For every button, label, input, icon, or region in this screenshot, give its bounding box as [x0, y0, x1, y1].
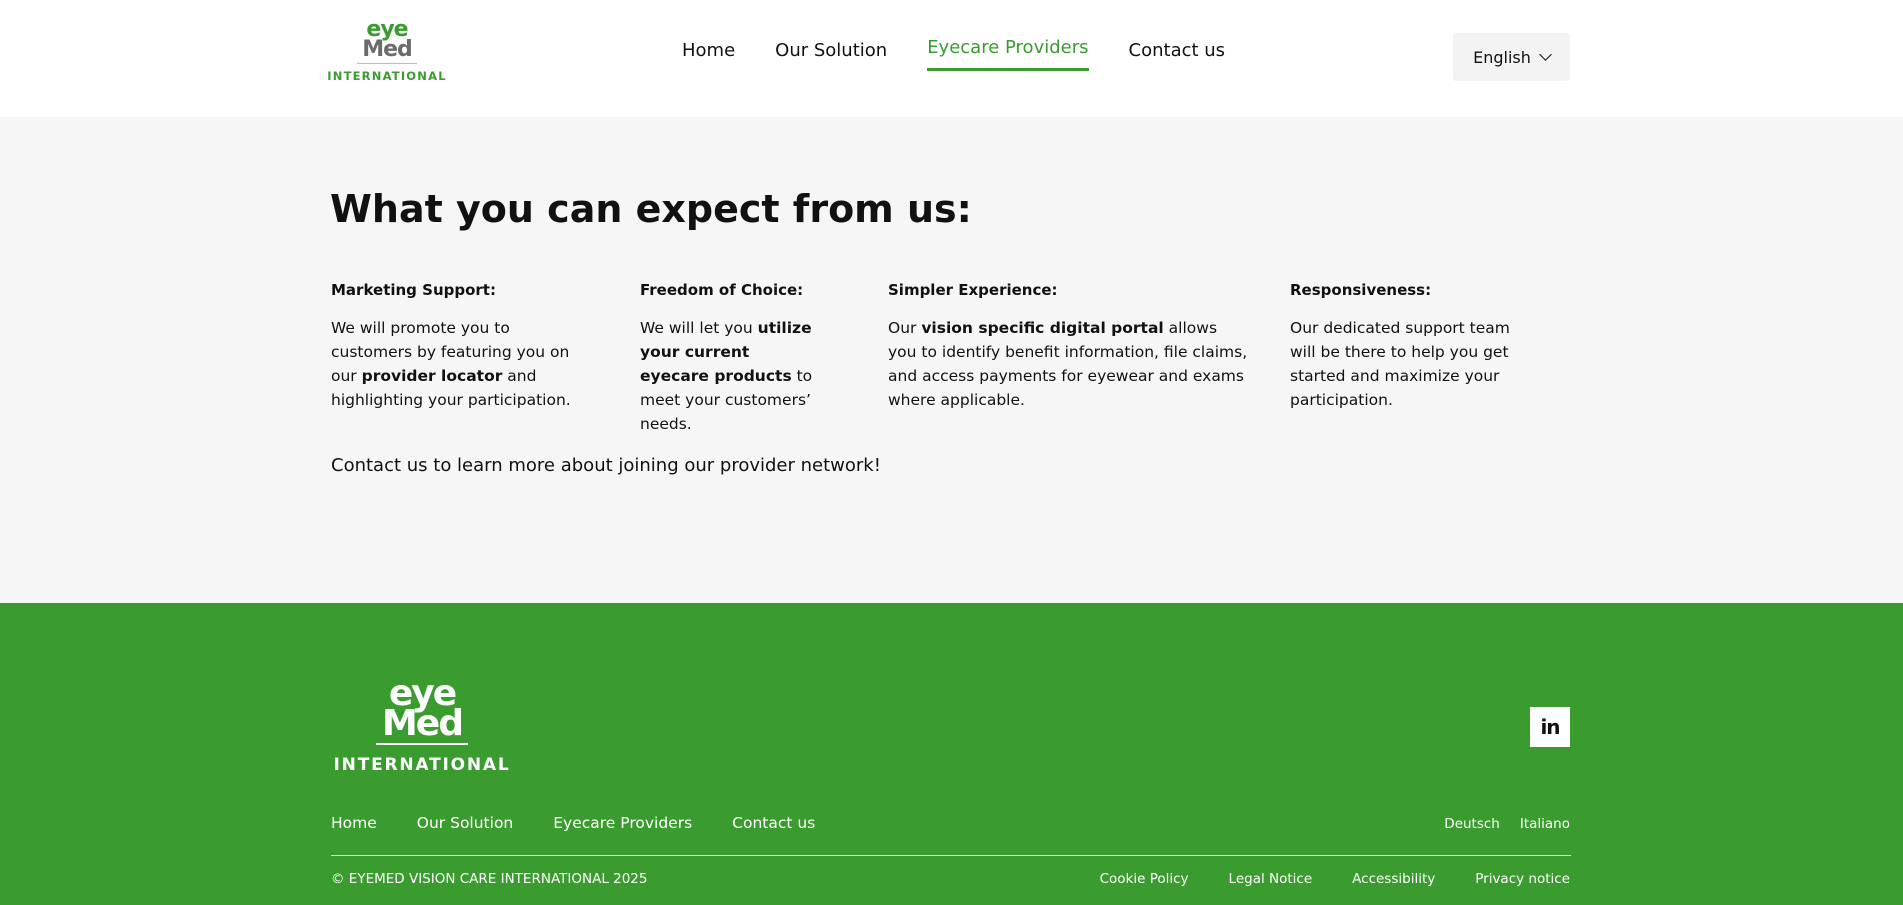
feature-heading: Freedom of Choice: [640, 281, 804, 299]
footer-nav-home[interactable]: Home [331, 814, 377, 832]
feature-text: Our dedicated support team will be there… [1290, 316, 1530, 412]
feature-marketing-support: Marketing Support: We will promote you t… [331, 281, 571, 412]
language-selected: English [1473, 47, 1531, 67]
footer-nav-contact-us[interactable]: Contact us [732, 814, 815, 832]
footer-nav-eyecare-providers[interactable]: Eyecare Providers [553, 814, 692, 832]
feature-text-bold: provider locator [361, 367, 503, 385]
legal-notice-link[interactable]: Legal Notice [1229, 871, 1313, 887]
main-content: What you can expect from us: Marketing S… [0, 117, 1903, 603]
footer-nav-our-solution[interactable]: Our Solution [417, 814, 513, 832]
language-link-italiano[interactable]: Italiano [1520, 816, 1570, 832]
feature-text: We will promote you to customers by feat… [331, 316, 571, 412]
copyright-text: © EYEMED VISION CARE INTERNATIONAL 2025 [331, 871, 648, 887]
footer-logo-rule [376, 743, 468, 745]
page-title: What you can expect from us: [330, 187, 972, 231]
feature-heading: Marketing Support: [331, 281, 496, 299]
feature-simpler-experience: Simpler Experience: Our vision specific … [888, 281, 1248, 412]
feature-text-bold: vision specific digital portal [921, 319, 1164, 337]
nav-home[interactable]: Home [682, 40, 735, 71]
nav-our-solution[interactable]: Our Solution [775, 40, 887, 71]
feature-text-part: We will let you [640, 319, 758, 337]
language-selector[interactable]: English [1453, 33, 1570, 81]
logo-word-med: Med [362, 37, 413, 62]
feature-heading: Simpler Experience: [888, 281, 1058, 299]
feature-text: Our vision specific digital portal allow… [888, 316, 1248, 412]
site-footer: eye Med INTERNATIONAL in Home Our Soluti… [0, 603, 1903, 905]
feature-text-part: Our [888, 319, 922, 337]
linkedin-icon[interactable]: in [1530, 707, 1570, 747]
feature-text: We will let you utilize your current eye… [640, 316, 820, 436]
feature-responsiveness: Responsiveness: Our dedicated support te… [1290, 281, 1530, 412]
footer-nav: Home Our Solution Eyecare Providers Cont… [331, 814, 855, 832]
feature-heading: Responsiveness: [1290, 281, 1432, 299]
footer-logo-international: INTERNATIONAL [333, 754, 511, 775]
legal-links: Cookie Policy Legal Notice Accessibility… [1100, 871, 1570, 887]
nav-contact-us[interactable]: Contact us [1129, 40, 1226, 71]
logo-rule [357, 63, 417, 64]
main-nav: Home Our Solution Eyecare Providers Cont… [682, 37, 1265, 71]
accessibility-link[interactable]: Accessibility [1352, 871, 1435, 887]
contact-cta-text: Contact us to learn more about joining o… [331, 455, 881, 476]
footer-divider [331, 855, 1571, 856]
feature-text-part: Our dedicated support team will be there… [1290, 319, 1510, 409]
cookie-policy-link[interactable]: Cookie Policy [1100, 871, 1189, 887]
chevron-down-icon [1539, 48, 1552, 61]
footer-language-links: Deutsch Italiano [1444, 816, 1570, 832]
site-header: eye Med INTERNATIONAL Home Our Solution … [0, 0, 1903, 117]
privacy-notice-link[interactable]: Privacy notice [1475, 871, 1570, 887]
feature-freedom-of-choice: Freedom of Choice: We will let you utili… [640, 281, 820, 436]
logo-international: INTERNATIONAL [327, 69, 447, 83]
footer-eyemed-logo[interactable]: eye Med INTERNATIONAL [333, 676, 511, 779]
nav-eyecare-providers[interactable]: Eyecare Providers [927, 37, 1089, 71]
eyemed-logo[interactable]: eye Med INTERNATIONAL [327, 19, 445, 86]
language-link-deutsch[interactable]: Deutsch [1444, 816, 1500, 832]
footer-logo-word-med: Med [381, 703, 464, 744]
